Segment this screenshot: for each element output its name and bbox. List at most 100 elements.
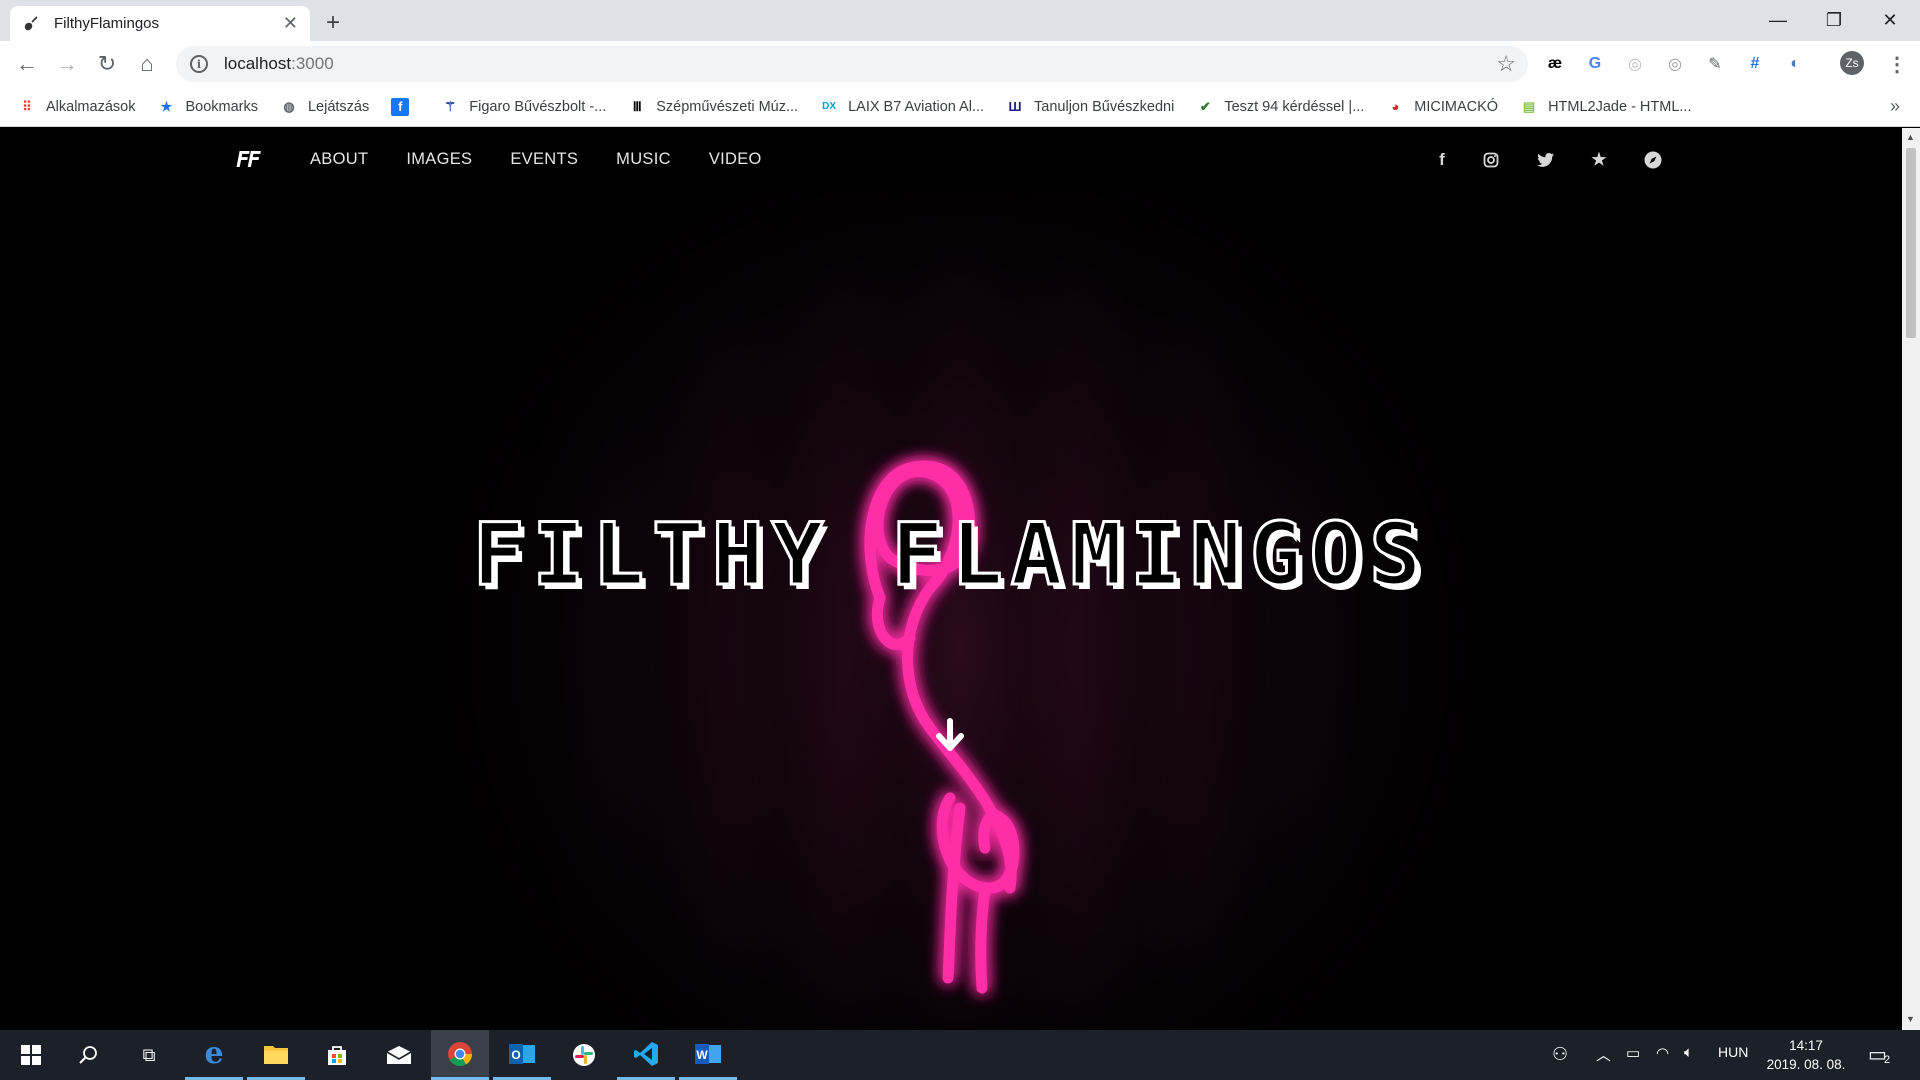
tab-title: FilthyFlamingos [54, 15, 160, 32]
bookmark-item[interactable]: ★ Bookmarks [157, 98, 258, 116]
wifi-icon[interactable]: ◠ [1656, 1044, 1669, 1062]
file-explorer-icon[interactable] [247, 1030, 305, 1080]
facebook-icon: f [391, 97, 410, 116]
bookmark-label: Lejátszás [307, 98, 370, 115]
bookmark-item[interactable]: ✔ Teszt 94 kérdéssel |... [1196, 98, 1364, 116]
twitter-icon[interactable] [1533, 148, 1557, 172]
svg-text:W: W [696, 1048, 708, 1062]
clock-time: 14:17 [1789, 1038, 1823, 1053]
chrome-icon[interactable] [431, 1030, 489, 1080]
search-icon[interactable] [60, 1030, 118, 1080]
facebook-icon[interactable]: f [1430, 148, 1454, 172]
window-close-icon[interactable]: ✕ [1862, 0, 1918, 41]
page-scrollbar[interactable]: ▲ ▼ [1902, 128, 1920, 1030]
home-icon[interactable]: ⌂ [132, 49, 162, 79]
museum-icon: Ⅲ [632, 98, 642, 114]
browser-menu-icon[interactable]: ⋮ [1886, 53, 1908, 76]
store-icon[interactable] [308, 1030, 366, 1080]
edge-browser-icon[interactable]: e [185, 1030, 243, 1080]
html2jade-icon: ▤ [1522, 98, 1536, 114]
address-url: localhost:3000 [224, 54, 334, 73]
bookmark-label: Szépművészeti Múz... [656, 98, 799, 115]
extension-icon[interactable]: ◐ [1784, 53, 1806, 75]
bookmark-star-icon[interactable]: ☆ [1496, 51, 1516, 77]
star-icon[interactable]: ★ [1587, 148, 1611, 172]
windows-start-icon[interactable] [2, 1030, 60, 1080]
bookmarks-overflow-icon[interactable]: » [1890, 96, 1900, 117]
nav-link-video[interactable]: VIDEO [709, 150, 762, 169]
site-info-icon[interactable]: i [190, 55, 208, 73]
address-bar[interactable]: i localhost:3000 ☆ [176, 46, 1528, 82]
forward-icon[interactable]: → [52, 49, 82, 79]
neon-flamingo-image [864, 460, 1020, 994]
bookmark-item[interactable]: Ⅲ Szépművészeti Múz... [628, 98, 798, 116]
back-icon[interactable]: ← [12, 49, 42, 79]
extension-icon[interactable]: ◎ [1664, 53, 1686, 75]
tanuljon-icon: Ш [1008, 99, 1022, 114]
bookmark-item[interactable]: Ш Tanuljon Bűvészkedni [1006, 98, 1175, 116]
mail-icon[interactable] [370, 1030, 428, 1080]
eyedropper-extension-icon[interactable]: ✎ [1704, 53, 1726, 75]
bookmarks-bar: ⠿ Alkalmazások ★ Bookmarks ◍ Lejátszás f ⚚ Figar… [0, 87, 1920, 127]
tab-close-icon[interactable]: ✕ [283, 13, 298, 34]
scroll-up-icon[interactable]: ▲ [1906, 132, 1915, 142]
slack-icon[interactable] [555, 1030, 613, 1080]
star-icon: ★ [160, 98, 173, 114]
bookmark-item[interactable]: DX LAIX B7 Aviation Al... [820, 98, 984, 116]
volume-icon[interactable]: 🔈︎ [1684, 1044, 1693, 1061]
new-tab-icon[interactable]: + [326, 9, 340, 37]
notification-count: 2 [1884, 1054, 1891, 1066]
bookmark-label: Teszt 94 kérdéssel |... [1224, 98, 1365, 115]
bookmark-label: Alkalmazások [46, 98, 136, 115]
nav-link-music[interactable]: MUSIC [616, 150, 671, 169]
page-viewport: FF ABOUT IMAGES EVENTS MUSIC VIDEO f ★ FILTH… [0, 128, 1902, 1030]
bookmark-label: Tanuljon Bűvészkedni [1034, 98, 1175, 115]
bookmark-item[interactable]: ◍ Lejátszás [280, 98, 369, 116]
grid-extension-icon[interactable]: # [1744, 53, 1766, 75]
scrollbar-thumb[interactable] [1906, 148, 1916, 338]
bookmark-item[interactable]: ⠿ Alkalmazások [18, 98, 135, 116]
browser-tab-strip: FilthyFlamingos ✕ + — ❐ ✕ [0, 0, 1920, 41]
bookmark-label: LAIX B7 Aviation Al... [848, 98, 985, 115]
nav-link-events[interactable]: EVENTS [510, 150, 578, 169]
bookmark-item[interactable]: f [391, 97, 419, 116]
minimize-icon[interactable]: — [1750, 0, 1806, 41]
reload-icon[interactable]: ↻ [92, 49, 122, 79]
restore-icon[interactable]: ❐ [1806, 0, 1862, 41]
bookmark-item[interactable]: ◕ MICIMACKÓ [1386, 98, 1498, 116]
translate-extension-icon[interactable]: G [1584, 53, 1606, 75]
system-clock[interactable]: 14:17 2019. 08. 08. [1762, 1036, 1850, 1074]
bookmark-label: Figaro Bűvészbolt -... [469, 98, 607, 115]
extension-icon[interactable]: ◎ [1624, 53, 1646, 75]
bookmark-label: MICIMACKÓ [1414, 98, 1499, 115]
nav-link-about[interactable]: ABOUT [310, 150, 368, 169]
scroll-down-icon[interactable]: ▼ [1906, 1014, 1915, 1024]
bookmark-label: Bookmarks [185, 98, 258, 115]
ae-extension-icon[interactable]: æ [1544, 53, 1566, 75]
clock-date: 2019. 08. 08. [1766, 1057, 1846, 1072]
check-icon: ✔ [1199, 98, 1211, 114]
nav-link-images[interactable]: IMAGES [406, 150, 472, 169]
browser-tab[interactable]: FilthyFlamingos ✕ [10, 6, 310, 41]
compass-icon[interactable] [1641, 148, 1665, 172]
site-logo[interactable]: FF [236, 148, 260, 173]
task-view-icon[interactable]: ⧉ [120, 1030, 178, 1080]
figaro-icon: ⚚ [444, 98, 457, 114]
main-menu: ABOUT IMAGES EVENTS MUSIC VIDEO [310, 150, 800, 169]
vscode-icon[interactable] [617, 1030, 675, 1080]
bookmark-item[interactable]: ⚚ Figaro Bűvészbolt -... [441, 98, 606, 116]
show-hidden-icons-icon[interactable]: ︿ [1596, 1044, 1611, 1065]
bookmark-item[interactable]: ▤ HTML2Jade - HTML... [1520, 98, 1692, 116]
scroll-down-arrow-icon[interactable] [935, 718, 965, 754]
hero-title: FILTHY FLAMINGOS [471, 504, 1430, 607]
language-indicator[interactable]: HUN [1718, 1044, 1748, 1060]
site-navbar: FF ABOUT IMAGES EVENTS MUSIC VIDEO f ★ [0, 128, 1902, 192]
word-icon[interactable]: W [679, 1030, 737, 1080]
battery-icon[interactable]: ▭ [1626, 1044, 1640, 1062]
instagram-icon[interactable] [1479, 148, 1503, 172]
svg-text:O: O [511, 1048, 520, 1062]
people-icon[interactable]: ⚇ [1552, 1044, 1568, 1065]
outlook-icon[interactable]: O [493, 1030, 551, 1080]
profile-avatar[interactable]: Zs [1840, 51, 1864, 75]
micimacko-icon: ◕ [1391, 99, 1400, 114]
